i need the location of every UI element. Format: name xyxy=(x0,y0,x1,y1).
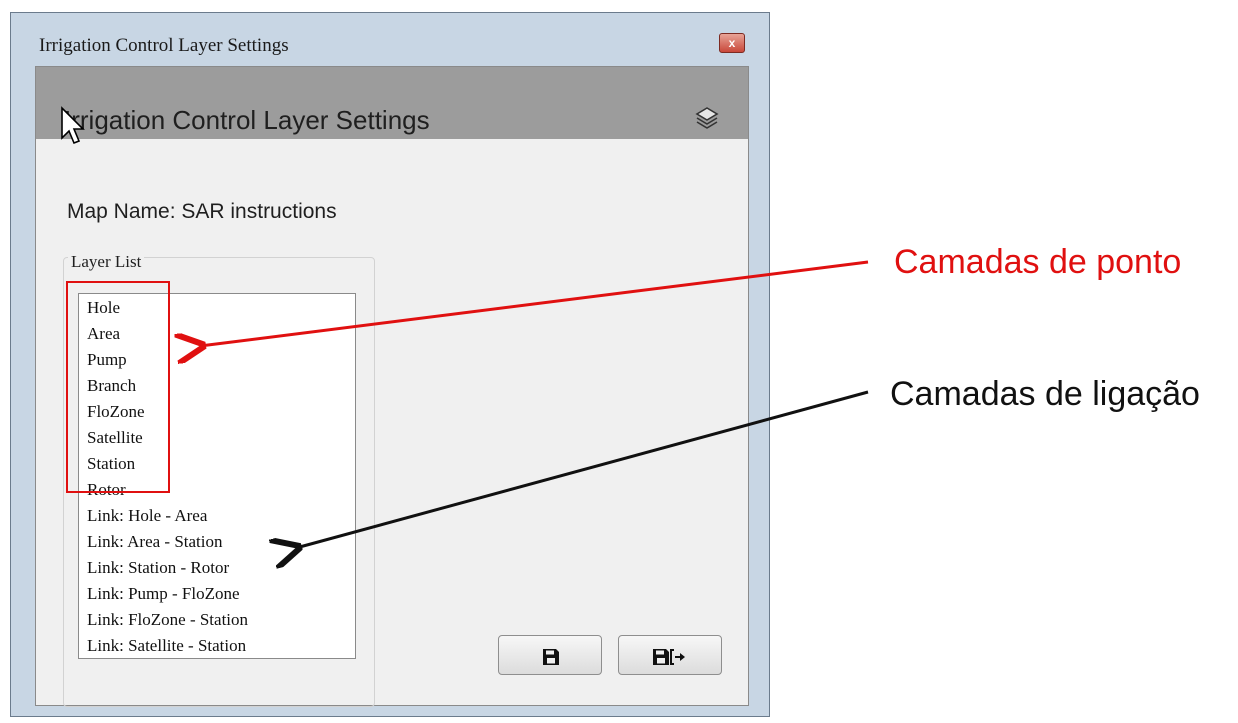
point-layers-callout: Camadas de ponto xyxy=(894,243,1182,281)
annotation-arrows xyxy=(0,260,869,723)
link-layers-arrow xyxy=(296,390,869,548)
link-layers-callout: Camadas de ligação xyxy=(890,375,1200,413)
point-layers-arrow xyxy=(200,260,869,346)
